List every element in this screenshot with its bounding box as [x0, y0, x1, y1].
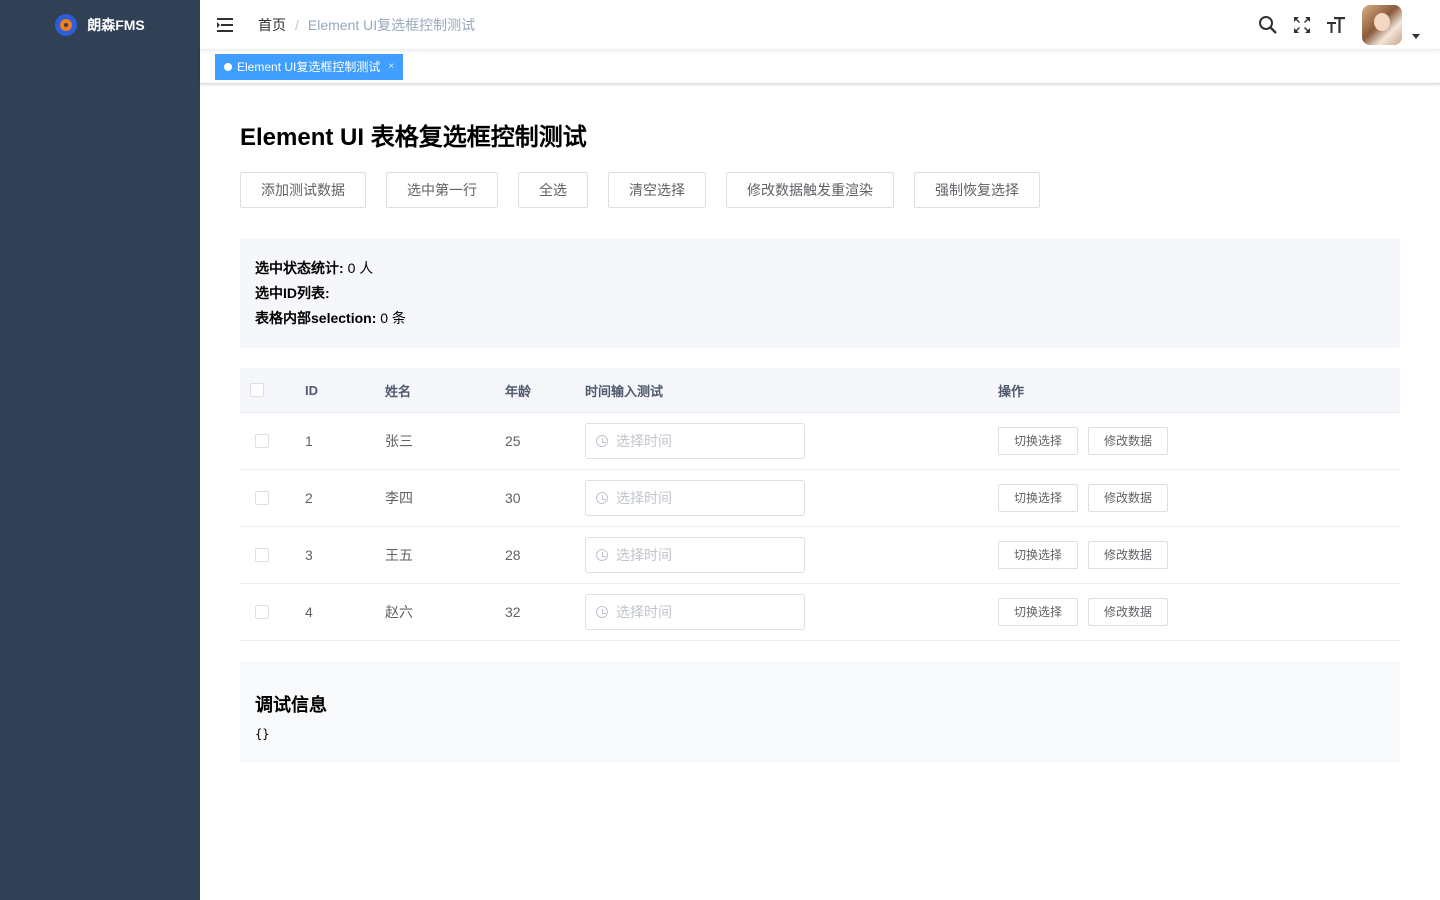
row-checkbox[interactable] [255, 491, 269, 505]
logo-icon [55, 14, 78, 36]
header-time: 时间输入测试 [585, 383, 664, 399]
fullscreen-icon [1294, 17, 1310, 33]
cell-name: 李四 [385, 490, 413, 506]
tag-active[interactable]: Element UI复选框控制测试 × [215, 53, 404, 80]
select-all-checkbox[interactable] [250, 383, 264, 397]
table-header: ID 姓名 年龄 时间输入测试 操作 [240, 368, 1400, 413]
table-row: 3 王五 28 选择时间 切换选择 修改数据 [240, 527, 1400, 584]
cell-id: 3 [305, 547, 313, 563]
tags-view: Element UI复选框控制测试 × [200, 50, 1440, 84]
logo[interactable]: 朗森FMS [0, 0, 200, 50]
cell-age: 32 [505, 604, 521, 620]
breadcrumb: 首页 / Element UI复选框控制测试 [258, 15, 475, 35]
header-id: ID [305, 382, 318, 398]
header-name: 姓名 [385, 383, 412, 399]
logo-title: 朗森FMS [87, 17, 145, 33]
force-restore-selection-button[interactable]: 强制恢复选择 [914, 172, 1040, 208]
cell-id: 1 [305, 433, 313, 449]
right-menu [1256, 0, 1420, 50]
table-row: 4 赵六 32 选择时间 切换选择 修改数据 [240, 584, 1400, 641]
menu-fold-icon [217, 17, 233, 32]
cell-id: 4 [305, 604, 313, 620]
table-row: 2 李四 30 选择时间 切换选择 修改数据 [240, 470, 1400, 527]
cell-name: 王五 [385, 547, 413, 563]
time-picker-input[interactable]: 选择时间 [585, 480, 805, 516]
main-container: 首页 / Element UI复选框控制测试 Element UI复选框控制测试… [200, 0, 1440, 900]
clock-icon [596, 549, 608, 561]
navbar: 首页 / Element UI复选框控制测试 [200, 0, 1440, 50]
search-button[interactable] [1256, 13, 1280, 37]
action-buttons: 添加测试数据 选中第一行 全选 清空选择 修改数据触发重渲染 强制恢复选择 [240, 172, 1400, 208]
cell-id: 2 [305, 490, 313, 506]
debug-panel: 调试信息 {} [240, 661, 1400, 763]
edit-data-button[interactable]: 修改数据 [1088, 427, 1169, 455]
status-ids: 选中ID列表: [255, 283, 1385, 308]
status-count-value: 0 人 [347, 260, 374, 276]
time-picker-input[interactable]: 选择时间 [585, 594, 805, 630]
status-panel: 选中状态统计: 0 人 选中ID列表: 表格内部selection: 0 条 [240, 238, 1400, 348]
toggle-selection-button[interactable]: 切换选择 [998, 598, 1079, 626]
toggle-selection-button[interactable]: 切换选择 [998, 541, 1079, 569]
toggle-selection-button[interactable]: 切换选择 [998, 427, 1079, 455]
select-first-row-button[interactable]: 选中第一行 [386, 172, 498, 208]
header-age: 年龄 [505, 383, 532, 399]
tag-label: Element UI复选框控制测试 [237, 59, 381, 74]
status-selection: 表格内部selection: 0 条 [255, 308, 1385, 333]
breadcrumb-current: Element UI复选框控制测试 [307, 16, 476, 33]
row-checkbox[interactable] [255, 434, 269, 448]
modify-data-rerender-button[interactable]: 修改数据触发重渲染 [726, 172, 894, 208]
font-size-button[interactable] [1324, 13, 1348, 37]
cell-age: 25 [505, 433, 521, 449]
edit-data-button[interactable]: 修改数据 [1088, 541, 1169, 569]
cell-name: 张三 [385, 433, 413, 449]
search-icon [1259, 16, 1277, 34]
table-row: 1 张三 25 选择时间 切换选择 修改数据 [240, 413, 1400, 470]
status-ids-label: 选中ID列表: [255, 285, 330, 301]
close-icon[interactable]: × [388, 54, 394, 80]
cell-age: 30 [505, 490, 521, 506]
cell-age: 28 [505, 547, 521, 563]
chevron-down-icon[interactable] [1412, 33, 1420, 39]
debug-title: 调试信息 [255, 695, 327, 715]
time-picker-input[interactable]: 选择时间 [585, 537, 805, 573]
clear-selection-button[interactable]: 清空选择 [608, 172, 706, 208]
status-count-label: 选中状态统计: [255, 260, 344, 276]
time-placeholder: 选择时间 [616, 433, 672, 449]
row-checkbox[interactable] [255, 605, 269, 619]
status-selection-label: 表格内部selection: [255, 310, 377, 326]
row-checkbox[interactable] [255, 548, 269, 562]
header-op: 操作 [998, 383, 1025, 399]
status-selection-value: 0 条 [380, 310, 406, 326]
time-placeholder: 选择时间 [616, 547, 672, 563]
edit-data-button[interactable]: 修改数据 [1088, 598, 1169, 626]
clock-icon [596, 606, 608, 618]
data-table: ID 姓名 年龄 时间输入测试 操作 1 张三 25 选择时间 切换选择 修改数… [240, 368, 1400, 641]
clock-icon [596, 435, 608, 447]
hamburger-button[interactable] [200, 0, 250, 50]
time-placeholder: 选择时间 [616, 604, 672, 620]
avatar[interactable] [1362, 5, 1402, 45]
active-dot-icon [224, 62, 232, 71]
page-title: Element UI 表格复选框控制测试 [240, 124, 587, 151]
time-picker-input[interactable]: 选择时间 [585, 423, 805, 459]
toggle-selection-button[interactable]: 切换选择 [998, 484, 1079, 512]
clock-icon [596, 492, 608, 504]
time-placeholder: 选择时间 [616, 490, 672, 506]
sidebar: 朗森FMS [0, 0, 200, 900]
add-test-data-button[interactable]: 添加测试数据 [240, 172, 366, 208]
debug-content: {} [255, 727, 270, 741]
fullscreen-button[interactable] [1290, 13, 1314, 37]
status-count: 选中状态统计: 0 人 [255, 258, 1385, 283]
font-size-icon [1327, 17, 1345, 33]
breadcrumb-home[interactable]: 首页 [258, 15, 286, 35]
breadcrumb-separator: / [295, 16, 299, 33]
select-all-button[interactable]: 全选 [518, 172, 588, 208]
edit-data-button[interactable]: 修改数据 [1088, 484, 1169, 512]
page-content: Element UI 表格复选框控制测试 添加测试数据 选中第一行 全选 清空选… [200, 122, 1440, 763]
cell-name: 赵六 [385, 604, 413, 620]
